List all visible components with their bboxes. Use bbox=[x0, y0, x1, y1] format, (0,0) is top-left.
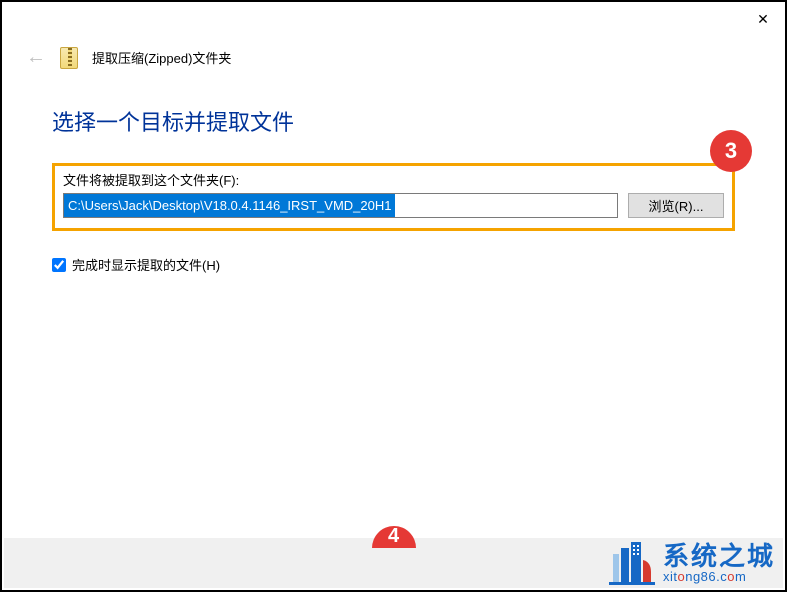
destination-label: 文件将被提取到这个文件夹(F): bbox=[63, 170, 724, 189]
destination-highlight: 3 文件将被提取到这个文件夹(F): C:\Users\Jack\Desktop… bbox=[52, 163, 735, 231]
watermark: 系统之城 xitong86.com bbox=[609, 540, 775, 586]
watermark-logo-icon bbox=[609, 540, 655, 586]
destination-path-input[interactable]: C:\Users\Jack\Desktop\V18.0.4.1146_IRST_… bbox=[63, 193, 618, 218]
watermark-text-cn: 系统之城 bbox=[663, 543, 775, 569]
destination-path-value: C:\Users\Jack\Desktop\V18.0.4.1146_IRST_… bbox=[64, 194, 395, 217]
show-files-checkbox-row[interactable]: 完成时显示提取的文件(H) bbox=[52, 255, 735, 274]
show-files-checkbox[interactable] bbox=[52, 258, 66, 272]
dialog-title: 提取压缩(Zipped)文件夹 bbox=[92, 48, 231, 67]
browse-button[interactable]: 浏览(R)... bbox=[628, 193, 724, 218]
zip-folder-icon bbox=[60, 47, 78, 69]
close-icon: ✕ bbox=[757, 11, 769, 28]
dialog-header: ← 提取压缩(Zipped)文件夹 bbox=[2, 36, 785, 85]
step-badge-4-partial: 4 bbox=[372, 526, 416, 548]
titlebar: ✕ bbox=[2, 2, 785, 36]
instruction-heading: 选择一个目标并提取文件 bbox=[52, 105, 735, 137]
show-files-checkbox-label: 完成时显示提取的文件(H) bbox=[72, 255, 220, 274]
close-button[interactable]: ✕ bbox=[749, 5, 777, 33]
back-arrow-icon[interactable]: ← bbox=[26, 46, 46, 69]
step-badge-3: 3 bbox=[710, 130, 752, 172]
watermark-text-en: xitong86.com bbox=[663, 569, 775, 584]
dialog-content: 选择一个目标并提取文件 3 文件将被提取到这个文件夹(F): C:\Users\… bbox=[2, 85, 785, 274]
